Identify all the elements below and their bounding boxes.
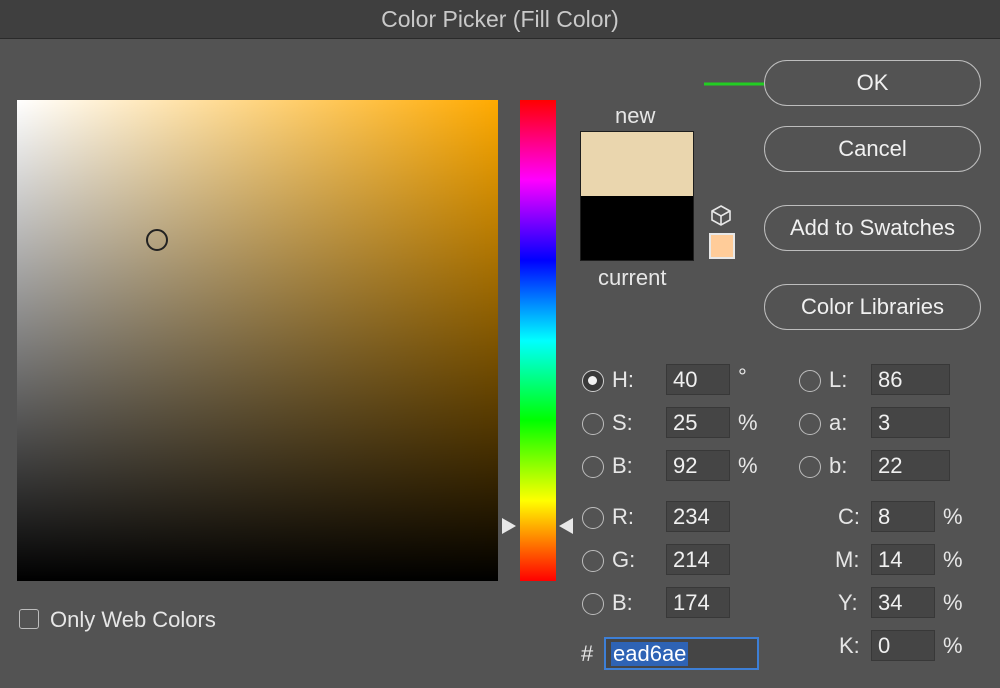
radio-hue[interactable] bbox=[582, 370, 604, 392]
only-web-colors-label: Only Web Colors bbox=[50, 607, 216, 632]
green-label: G: bbox=[612, 547, 636, 572]
new-label: new bbox=[615, 103, 656, 128]
new-color-swatch bbox=[581, 132, 693, 196]
saturation-input[interactable]: 25 bbox=[666, 407, 730, 438]
current-label: current bbox=[598, 265, 667, 290]
magenta-label: M: bbox=[835, 547, 860, 572]
brightness-label: B: bbox=[612, 453, 633, 478]
add-to-swatches-button[interactable]: Add to Swatches bbox=[764, 205, 981, 251]
black-unit: % bbox=[943, 633, 963, 658]
color-preview bbox=[580, 131, 694, 261]
web-safe-color-swatch[interactable] bbox=[709, 233, 735, 259]
magenta-unit: % bbox=[943, 547, 963, 572]
hue-slider-right-handle[interactable] bbox=[559, 518, 573, 534]
blue-input[interactable]: 174 bbox=[666, 587, 730, 618]
cyan-unit: % bbox=[943, 504, 963, 529]
yellow-input[interactable]: 34 bbox=[871, 587, 935, 618]
hex-prefix: # bbox=[581, 641, 594, 666]
cyan-label: C: bbox=[838, 504, 860, 529]
black-label: K: bbox=[839, 633, 860, 658]
brightness-input[interactable]: 92 bbox=[666, 450, 730, 481]
yellow-label: Y: bbox=[838, 590, 858, 615]
lab-l-input[interactable]: 86 bbox=[871, 364, 950, 395]
magenta-input[interactable]: 14 bbox=[871, 544, 935, 575]
lab-a-label: a: bbox=[829, 410, 848, 435]
lab-a-input[interactable]: 3 bbox=[871, 407, 950, 438]
current-color-swatch[interactable] bbox=[581, 196, 693, 260]
color-field[interactable] bbox=[17, 100, 498, 581]
out-of-gamut-cube-icon[interactable] bbox=[710, 204, 732, 226]
brightness-unit: % bbox=[738, 453, 758, 478]
black-input[interactable]: 0 bbox=[871, 630, 935, 661]
red-input[interactable]: 234 bbox=[666, 501, 730, 532]
green-input[interactable]: 214 bbox=[666, 544, 730, 575]
hex-input[interactable]: ead6ae bbox=[604, 637, 759, 670]
radio-green[interactable] bbox=[582, 550, 604, 572]
radio-lab-b[interactable] bbox=[799, 456, 821, 478]
hue-label: H: bbox=[612, 367, 634, 392]
hue-slider-left-handle[interactable] bbox=[502, 518, 516, 534]
ok-button[interactable]: OK bbox=[764, 60, 981, 106]
radio-brightness[interactable] bbox=[582, 456, 604, 478]
lab-b-label: b: bbox=[829, 453, 848, 478]
saturation-unit: % bbox=[738, 410, 758, 435]
radio-saturation[interactable] bbox=[582, 413, 604, 435]
title-bar: Color Picker (Fill Color) bbox=[0, 0, 1000, 39]
blue-label: B: bbox=[612, 590, 633, 615]
radio-lab-a[interactable] bbox=[799, 413, 821, 435]
radio-blue[interactable] bbox=[582, 593, 604, 615]
cancel-button[interactable]: Cancel bbox=[764, 126, 981, 172]
hex-value: ead6ae bbox=[611, 641, 689, 666]
color-field-cursor[interactable] bbox=[146, 229, 168, 251]
lab-l-label: L: bbox=[829, 367, 848, 392]
only-web-colors-checkbox[interactable] bbox=[19, 609, 39, 629]
saturation-label: S: bbox=[612, 410, 633, 435]
color-libraries-button[interactable]: Color Libraries bbox=[764, 284, 981, 330]
hue-unit: ° bbox=[738, 364, 747, 389]
red-label: R: bbox=[612, 504, 634, 529]
radio-lightness[interactable] bbox=[799, 370, 821, 392]
radio-red[interactable] bbox=[582, 507, 604, 529]
hue-slider[interactable] bbox=[520, 100, 556, 581]
yellow-unit: % bbox=[943, 590, 963, 615]
lab-b-input[interactable]: 22 bbox=[871, 450, 950, 481]
cyan-input[interactable]: 8 bbox=[871, 501, 935, 532]
hue-input[interactable]: 40 bbox=[666, 364, 730, 395]
window-title: Color Picker (Fill Color) bbox=[381, 5, 619, 32]
